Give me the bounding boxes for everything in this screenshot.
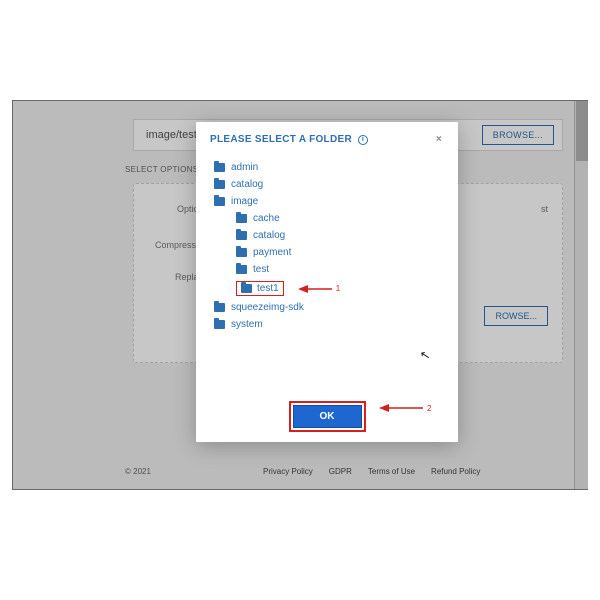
annotation-highlight-2: OK	[289, 401, 366, 432]
close-icon[interactable]: ×	[432, 132, 446, 147]
folder-icon	[214, 163, 225, 172]
folder-label: admin	[231, 162, 258, 173]
folder-icon	[214, 320, 225, 329]
folder-squeezeimg-sdk[interactable]: squeezeimg-sdk	[214, 299, 458, 316]
folder-label: cache	[253, 213, 280, 224]
folder-icon	[236, 248, 247, 257]
folder-icon	[236, 214, 247, 223]
annotation-number-2: 2	[427, 404, 431, 413]
folder-icon	[214, 180, 225, 189]
folder-label: image	[231, 196, 258, 207]
folder-label: test1	[257, 283, 279, 294]
folder-icon	[241, 284, 252, 293]
mouse-cursor-icon: ↖	[419, 347, 432, 363]
modal-footer: OK 2	[196, 391, 458, 442]
folder-image-cache[interactable]: cache	[214, 210, 458, 227]
folder-label: squeezeimg-sdk	[231, 302, 304, 313]
folder-label: catalog	[253, 230, 285, 241]
folder-image-test[interactable]: test	[214, 261, 458, 278]
folder-catalog[interactable]: catalog	[214, 176, 458, 193]
annotation-arrow-2: 2	[379, 403, 431, 413]
folder-icon	[214, 197, 225, 206]
folder-system[interactable]: system	[214, 316, 458, 333]
ok-button[interactable]: OK	[293, 405, 362, 428]
modal-header: PLEASE SELECT A FOLDER i ×	[196, 122, 458, 153]
folder-icon	[214, 303, 225, 312]
annotation-arrow-1: 1	[298, 284, 340, 294]
folder-label: test	[253, 264, 269, 275]
folder-label: catalog	[231, 179, 263, 190]
modal-title: PLEASE SELECT A FOLDER	[210, 134, 352, 145]
folder-admin[interactable]: admin	[214, 159, 458, 176]
folder-label: payment	[253, 247, 291, 258]
folder-icon	[236, 231, 247, 240]
annotation-highlight-1: test1	[236, 281, 284, 296]
folder-image-test1-row[interactable]: test1 1	[214, 278, 458, 299]
info-icon[interactable]: i	[358, 135, 368, 145]
folder-image[interactable]: image	[214, 193, 458, 210]
folder-label: system	[231, 319, 263, 330]
folder-image-payment[interactable]: payment	[214, 244, 458, 261]
folder-icon	[236, 265, 247, 274]
folder-select-modal: PLEASE SELECT A FOLDER i × admin catalog…	[196, 122, 458, 442]
annotation-number-1: 1	[336, 284, 340, 293]
folder-image-catalog[interactable]: catalog	[214, 227, 458, 244]
folder-tree: admin catalog image cache catalog paymen…	[196, 153, 458, 391]
